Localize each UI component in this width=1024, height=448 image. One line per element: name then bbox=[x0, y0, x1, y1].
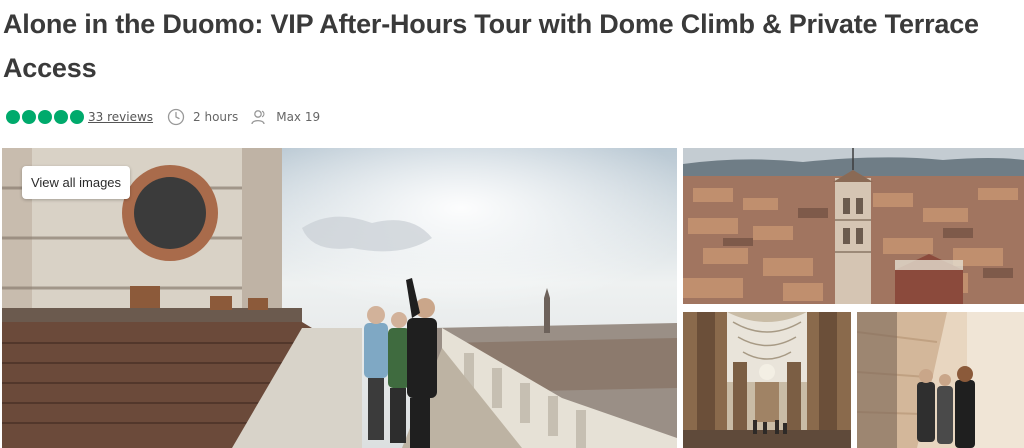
listing-meta: 33 reviews 2 hours Max 19 bbox=[6, 107, 332, 127]
clock-icon bbox=[167, 108, 185, 126]
rating-bubble-icon bbox=[38, 110, 52, 124]
page-title: Alone in the Duomo: VIP After-Hours Tour… bbox=[3, 9, 979, 83]
rating-stars bbox=[6, 110, 84, 124]
view-all-images-button[interactable]: View all images bbox=[22, 166, 130, 199]
main-terrace-photo[interactable]: View all images bbox=[2, 148, 677, 448]
group-icon bbox=[251, 110, 265, 125]
image-gallery: View all images bbox=[0, 148, 1024, 448]
rating-bubble-icon bbox=[54, 110, 68, 124]
rating-bubble-icon bbox=[22, 110, 36, 124]
cathedral-nave-photo[interactable] bbox=[683, 312, 851, 448]
duration-text: 2 hours bbox=[193, 110, 239, 124]
rating-bubble-icon bbox=[70, 110, 84, 124]
reviews-link[interactable]: 33 reviews bbox=[88, 110, 153, 124]
rating-bubble-icon bbox=[6, 110, 20, 124]
dome-corridor-photo[interactable] bbox=[857, 312, 1024, 448]
florence-rooftops-photo[interactable] bbox=[683, 148, 1024, 304]
group-size-text: Max 19 bbox=[276, 110, 321, 124]
